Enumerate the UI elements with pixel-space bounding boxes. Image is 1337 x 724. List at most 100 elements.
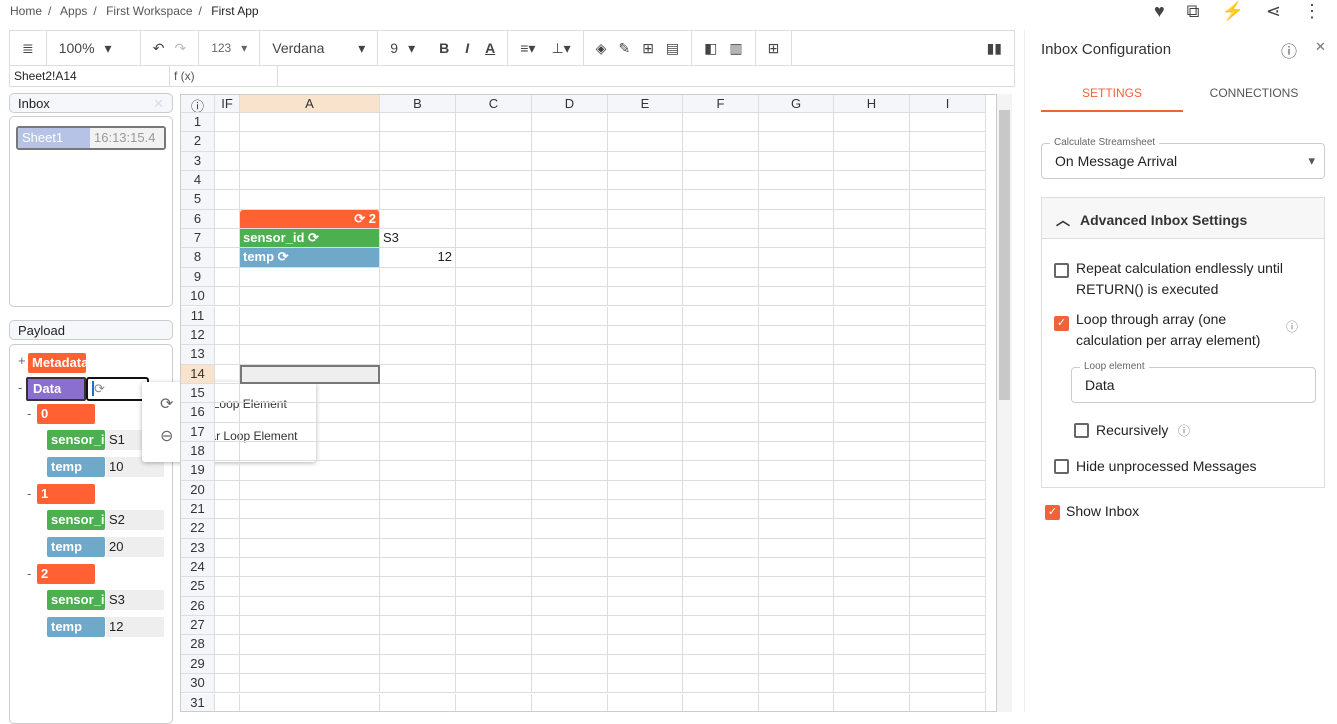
cell[interactable] xyxy=(683,151,759,172)
crumb-apps[interactable]: Apps xyxy=(60,4,87,18)
cell[interactable] xyxy=(683,577,759,597)
repeat-checkbox[interactable] xyxy=(1054,263,1069,281)
cell[interactable] xyxy=(456,229,532,249)
cell[interactable] xyxy=(910,403,986,423)
cell[interactable] xyxy=(759,229,834,249)
cell[interactable] xyxy=(683,461,759,481)
cell[interactable] xyxy=(759,248,834,268)
cell[interactable] xyxy=(834,654,910,675)
array-item-node[interactable]: 0 xyxy=(37,404,95,424)
array-item-node[interactable]: 1 xyxy=(37,484,95,504)
row-header[interactable]: 30 xyxy=(181,674,215,694)
cell[interactable] xyxy=(759,635,834,655)
cell[interactable] xyxy=(910,306,986,326)
cell[interactable] xyxy=(380,383,456,404)
column-header[interactable]: F xyxy=(683,95,759,113)
crumb-home[interactable]: Home xyxy=(10,4,42,18)
cell[interactable] xyxy=(608,616,683,636)
cell[interactable] xyxy=(380,577,456,597)
cell[interactable] xyxy=(532,596,608,617)
cell[interactable] xyxy=(240,558,380,578)
plug-icon[interactable]: ⚡ xyxy=(1221,1,1243,22)
cell[interactable] xyxy=(456,325,532,346)
cell[interactable] xyxy=(240,500,380,520)
cell[interactable] xyxy=(215,596,240,617)
cell[interactable] xyxy=(240,635,380,655)
info-icon[interactable]: ⓘ xyxy=(181,95,215,113)
cell[interactable] xyxy=(759,461,834,481)
scrollbar-thumb[interactable] xyxy=(999,110,1010,400)
row-header[interactable]: 6 xyxy=(181,209,215,230)
cell[interactable] xyxy=(608,383,683,404)
cell[interactable] xyxy=(532,306,608,326)
print-icon[interactable]: ≣ xyxy=(10,31,47,65)
cell[interactable] xyxy=(456,287,532,307)
row-header[interactable]: 1 xyxy=(181,113,215,133)
cell[interactable] xyxy=(608,345,683,365)
cell[interactable] xyxy=(456,403,532,423)
column-header[interactable]: H xyxy=(834,95,910,113)
row-header[interactable]: 10 xyxy=(181,287,215,307)
vertical-scrollbar[interactable] xyxy=(997,94,1012,712)
cell[interactable] xyxy=(834,422,910,442)
cell[interactable] xyxy=(240,403,380,423)
cell[interactable] xyxy=(532,461,608,481)
cell[interactable] xyxy=(910,113,986,133)
cell[interactable] xyxy=(532,345,608,365)
cell[interactable] xyxy=(910,267,986,288)
cell[interactable] xyxy=(456,171,532,191)
cell[interactable] xyxy=(608,248,683,268)
cell[interactable] xyxy=(532,287,608,307)
cell[interactable] xyxy=(759,693,834,711)
undo-icon[interactable]: ↶ xyxy=(153,40,165,57)
sensor-id-key[interactable]: sensor_id xyxy=(47,590,105,610)
sensor-value-cell[interactable]: S3 xyxy=(380,229,456,249)
column-header[interactable]: I xyxy=(910,95,986,113)
cell[interactable] xyxy=(683,132,759,152)
cell[interactable] xyxy=(910,345,986,365)
cell-reference[interactable]: Sheet2!A14 xyxy=(10,66,170,86)
cell[interactable] xyxy=(834,306,910,326)
cell[interactable] xyxy=(910,596,986,617)
cell[interactable] xyxy=(532,113,608,133)
cell[interactable] xyxy=(608,229,683,249)
cell[interactable] xyxy=(910,422,986,442)
sensor-id-key[interactable]: sensor_id xyxy=(47,510,105,530)
border-color-icon[interactable]: ✎ xyxy=(618,40,630,57)
cell[interactable] xyxy=(380,209,456,230)
cell[interactable] xyxy=(240,113,380,133)
cell[interactable] xyxy=(380,654,456,675)
bold-icon[interactable]: B xyxy=(439,40,449,56)
cell[interactable] xyxy=(608,113,683,133)
cell[interactable] xyxy=(215,674,240,694)
cell[interactable] xyxy=(240,674,380,694)
recursively-checkbox[interactable] xyxy=(1074,423,1089,441)
cell[interactable] xyxy=(215,480,240,500)
cell[interactable] xyxy=(532,538,608,559)
chart-icon[interactable]: ▥ xyxy=(729,40,742,57)
cell[interactable] xyxy=(532,441,608,462)
cell[interactable] xyxy=(532,693,608,711)
cell[interactable] xyxy=(215,190,240,210)
row-header[interactable]: 24 xyxy=(181,558,215,578)
cell[interactable] xyxy=(456,306,532,326)
expand-icon[interactable]: + xyxy=(18,353,26,368)
cell[interactable] xyxy=(910,577,986,597)
loop-header-cell[interactable]: ⟳ 2 xyxy=(240,209,380,230)
cell[interactable] xyxy=(759,577,834,597)
cell[interactable] xyxy=(910,461,986,481)
cell[interactable] xyxy=(608,325,683,346)
cell[interactable] xyxy=(215,306,240,326)
cell[interactable] xyxy=(215,635,240,655)
code-icon[interactable]: ⧉ xyxy=(1187,1,1200,22)
cell[interactable] xyxy=(608,151,683,172)
temp-key[interactable]: temp xyxy=(47,457,105,477)
cell[interactable] xyxy=(215,209,240,230)
cell[interactable] xyxy=(456,209,532,230)
close-panel-icon[interactable]: ✕ xyxy=(1315,39,1326,55)
cell[interactable] xyxy=(456,558,532,578)
cell[interactable] xyxy=(608,577,683,597)
column-header[interactable]: E xyxy=(608,95,683,113)
cell[interactable] xyxy=(683,229,759,249)
cell[interactable] xyxy=(532,654,608,675)
